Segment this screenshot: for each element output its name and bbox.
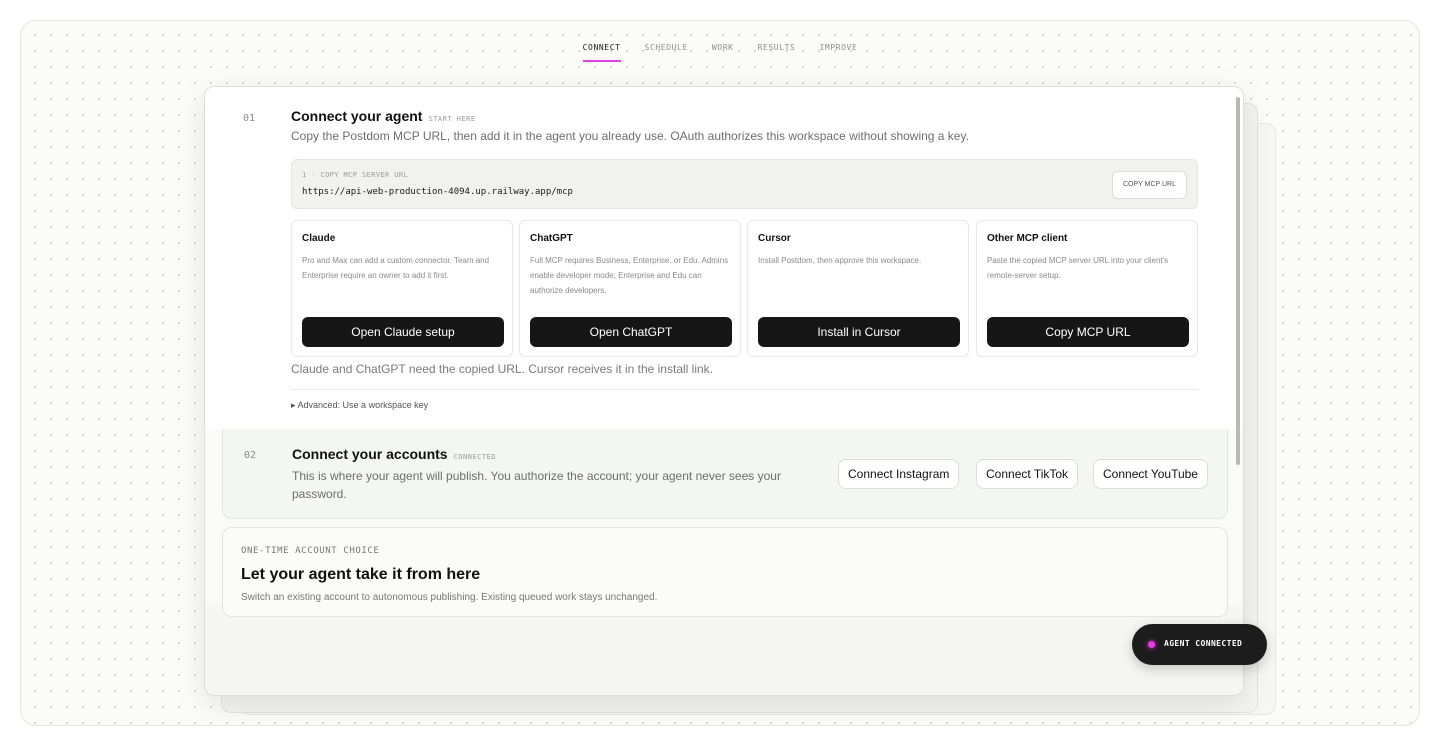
open-chatgpt-button[interactable]: Open ChatGPT xyxy=(530,317,732,347)
url-label: 1 · COPY MCP SERVER URL xyxy=(302,171,409,179)
step-title: Connect your accounts CONNECTED xyxy=(292,446,496,462)
tab-schedule[interactable]: SCHEDULE xyxy=(645,43,688,62)
top-nav: CONNECT SCHEDULE WORK RESULTS IMPROVE xyxy=(21,43,1419,62)
open-claude-setup-button[interactable]: Open Claude setup xyxy=(302,317,504,347)
mcp-url[interactable]: https://api-web-production-4094.up.railw… xyxy=(302,187,573,197)
app-frame: CONNECT SCHEDULE WORK RESULTS IMPROVE 01… xyxy=(20,20,1420,726)
card-description: Install Postdom, then approve this works… xyxy=(758,256,922,265)
copy-mcp-url-card-button[interactable]: Copy MCP URL xyxy=(987,317,1189,347)
advanced-workspace-key-toggle[interactable]: ▸ Advanced: Use a workspace key xyxy=(291,400,428,411)
connect-youtube-button[interactable]: Connect YouTube xyxy=(1093,459,1208,489)
tab-work[interactable]: WORK xyxy=(712,43,734,62)
connect-panel: 01 Connect your agent START HERE Copy the… xyxy=(204,86,1244,696)
panel-bottom-fade xyxy=(205,605,1243,695)
step-number: 01 xyxy=(243,113,256,124)
mcp-url-box: 1 · COPY MCP SERVER URL https://api-web-… xyxy=(291,159,1198,209)
step-tag: START HERE xyxy=(428,115,476,123)
card-description: Pro and Max can add a custom connector. … xyxy=(302,256,490,280)
card-chatgpt: ChatGPT Full MCP requires Business, Ente… xyxy=(519,220,741,357)
card-title: ChatGPT xyxy=(530,233,573,244)
scrollbar-thumb[interactable] xyxy=(1236,97,1240,465)
card-claude: Claude Pro and Max can add a custom conn… xyxy=(291,220,513,357)
card-description: Full MCP requires Business, Enterprise, … xyxy=(530,256,729,295)
connect-tiktok-button[interactable]: Connect TikTok xyxy=(976,459,1079,489)
step-title-text: Connect your agent xyxy=(291,108,423,124)
copy-mcp-url-button[interactable]: COPY MCP URL xyxy=(1111,171,1187,199)
card-cursor: Cursor Install Postdom, then approve thi… xyxy=(747,220,969,357)
card-title: Other MCP client xyxy=(987,233,1068,244)
section-kicker: ONE-TIME ACCOUNT CHOICE xyxy=(241,546,380,556)
step-tag: CONNECTED xyxy=(453,453,497,461)
status-dot-icon xyxy=(1148,641,1155,648)
step-title: Connect your agent START HERE xyxy=(291,108,476,124)
connect-instagram-button[interactable]: Connect Instagram xyxy=(838,459,960,489)
divider xyxy=(291,389,1198,390)
tab-results[interactable]: RESULTS xyxy=(758,43,796,62)
account-choice-section: ONE-TIME ACCOUNT CHOICE Let your agent t… xyxy=(222,527,1228,617)
step-number: 02 xyxy=(244,450,257,461)
card-title: Claude xyxy=(302,233,336,244)
tab-improve[interactable]: IMPROVE xyxy=(819,43,857,62)
agent-status-pill[interactable]: AGENT CONNECTED xyxy=(1132,624,1267,665)
section-title: Let your agent take it from here xyxy=(241,566,481,583)
step-connect-accounts: 02 Connect your accounts CONNECTED This i… xyxy=(222,429,1228,519)
install-note: Claude and ChatGPT need the copied URL. … xyxy=(291,362,713,376)
step-title-text: Connect your accounts xyxy=(292,446,448,462)
agent-status-label: AGENT CONNECTED xyxy=(1164,639,1243,648)
section-description: Switch an existing account to autonomous… xyxy=(241,592,658,603)
install-in-cursor-button[interactable]: Install in Cursor xyxy=(758,317,960,347)
tab-connect[interactable]: CONNECT xyxy=(582,43,621,62)
card-title: Cursor xyxy=(758,233,791,244)
card-other-mcp: Other MCP client Paste the copied MCP se… xyxy=(976,220,1198,357)
step-description: This is where your agent will publish. Y… xyxy=(292,469,781,501)
card-description: Paste the copied MCP server URL into you… xyxy=(987,256,1169,280)
step-description: Copy the Postdom MCP URL, then add it in… xyxy=(291,129,969,143)
step-connect-agent: 01 Connect your agent START HERE Copy the… xyxy=(205,87,1243,429)
